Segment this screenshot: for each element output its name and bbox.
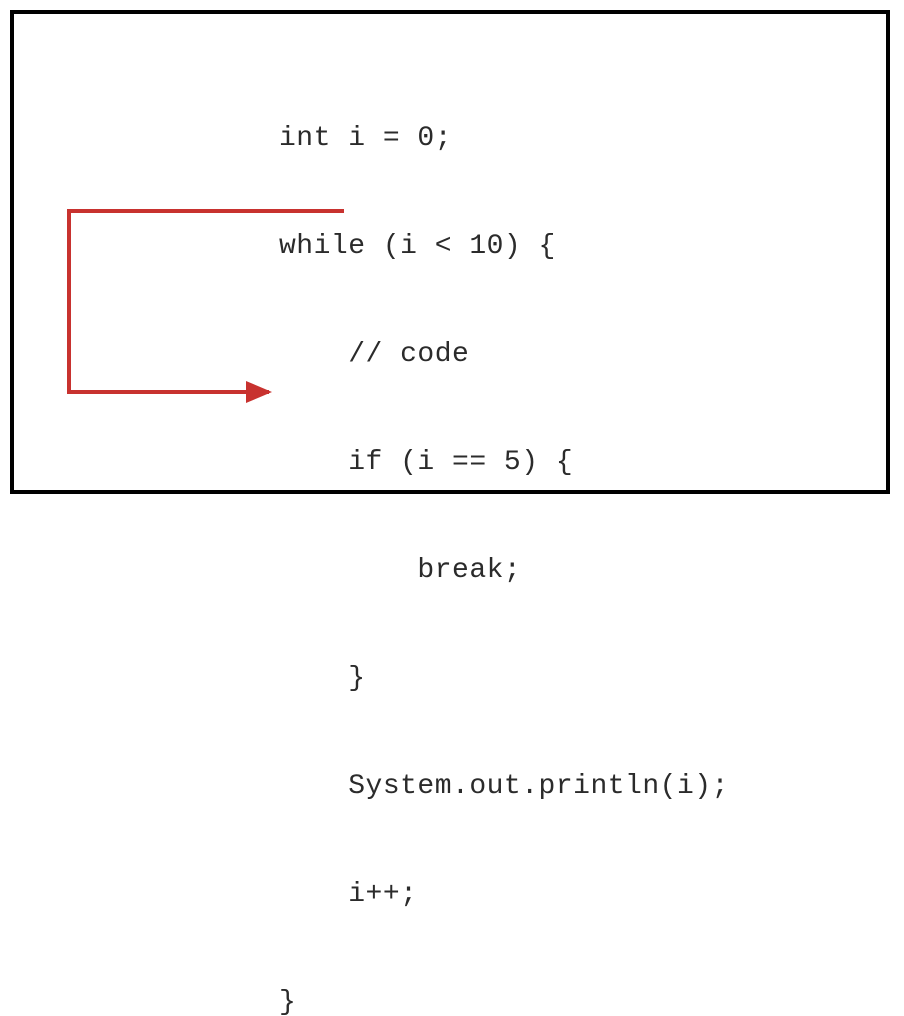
code-line: } [279, 661, 729, 697]
code-line: // code [279, 337, 729, 373]
code-line: break; [279, 553, 729, 589]
code-line: System.out.println(i); [279, 769, 729, 805]
code-block: int i = 0; while (i < 10) { // code if (… [279, 49, 729, 1016]
code-line: i++; [279, 877, 729, 913]
code-line: int i = 0; [279, 121, 729, 157]
diagram-frame: int i = 0; while (i < 10) { // code if (… [10, 10, 890, 494]
code-line: } [279, 985, 729, 1016]
code-line: while (i < 10) { [279, 229, 729, 265]
code-line: if (i == 5) { [279, 445, 729, 481]
